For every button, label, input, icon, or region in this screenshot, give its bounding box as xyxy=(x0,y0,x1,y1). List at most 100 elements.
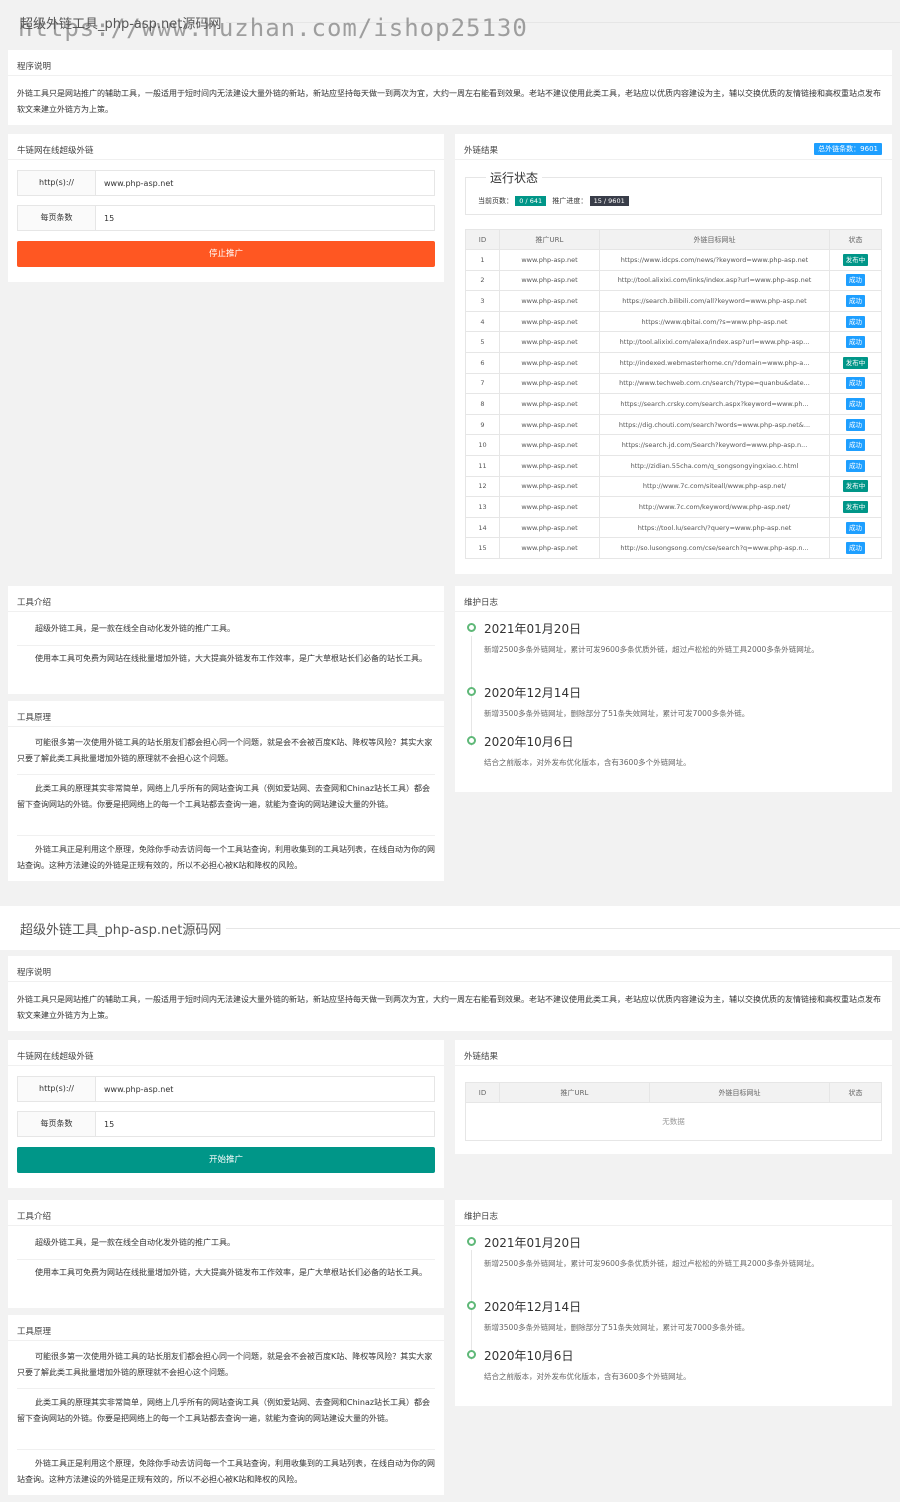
table-row: 10 www.php-asp.net https://search.jd.com/S… xyxy=(465,434,882,456)
per-page-label: 每页条数 xyxy=(18,1112,96,1136)
log-desc: 新增3500多条外链网址，删除部分了51条失效网址，累计可发7000多条外链。 xyxy=(484,709,750,718)
log-title: 维护日志 xyxy=(455,586,892,612)
status-badge: 发布中 xyxy=(842,253,869,266)
cell-url: www.php-asp.net xyxy=(499,372,600,395)
cell-status: 成功 xyxy=(829,413,882,436)
url-input[interactable] xyxy=(98,173,430,193)
cell-id: 7 xyxy=(465,372,500,395)
results-table-body: 1 www.php-asp.net https://www.idcps.com/ne… xyxy=(465,249,882,559)
cell-status: 发布中 xyxy=(829,249,882,271)
log-date: 2020年10月6日 xyxy=(484,735,574,749)
tool-intro-panel: 工具介绍 超级外链工具，是一款在线全自动化发外链的推广工具。 使用本工具可免费为… xyxy=(8,1200,444,1308)
log-desc: 新增2500多条外链网址，累计可发9600多条优质外链，超过卢松松的外链工具20… xyxy=(484,1259,819,1268)
status-line: 当前页数： 0 / 641 推广进度： 15 / 9601 xyxy=(478,196,629,206)
principle-p3: 外链工具正是利用这个原理，免除你手动去访问每一个工具站查询，利用收集到的工具站列… xyxy=(17,1459,435,1484)
intro-text: 外链工具只是网站推广的辅助工具，一般适用于短时间内无法建设大量外链的新站，新站应… xyxy=(17,995,881,1020)
cell-id: 8 xyxy=(465,393,500,415)
tool-intro-panel: 工具介绍 超级外链工具，是一款在线全自动化发外链的推广工具。 使用本工具可免费为… xyxy=(8,586,444,694)
empty-text: 无数据 xyxy=(465,1102,882,1141)
url-input[interactable] xyxy=(98,1079,430,1099)
url-row: http(s):// xyxy=(17,170,435,196)
divider xyxy=(17,774,435,775)
table-row: 13 www.php-asp.net http://www.7c.com/keywo… xyxy=(465,496,882,518)
page-heading: 超级外链工具_php-asp.net源码网 xyxy=(0,906,900,950)
cell-status: 成功 xyxy=(829,310,882,333)
per-page-input[interactable] xyxy=(98,1114,430,1134)
log-date: 2021年01月20日 xyxy=(484,1236,582,1250)
cell-target: https://dig.chouti.com/search?words=www.… xyxy=(599,413,830,436)
url-label: http(s):// xyxy=(18,1077,96,1101)
cell-target: https://tool.lu/search/?query=www.php-as… xyxy=(599,516,830,539)
page-title: 超级外链工具_php-asp.net源码网 xyxy=(20,923,222,938)
log-desc: 结合之前版本，对外发布优化版本，含有3600多个外链网址。 xyxy=(484,758,691,767)
status-badge: 发布中 xyxy=(842,500,869,513)
url-row: http(s):// xyxy=(17,1076,435,1102)
intro-panel: 程序说明 外链工具只是网站推广的辅助工具，一般适用于短时间内无法建设大量外链的新… xyxy=(8,956,892,1031)
cell-status: 成功 xyxy=(829,331,882,353)
status-badge: 成功 xyxy=(846,274,865,287)
principle-title: 工具原理 xyxy=(8,701,444,727)
divider xyxy=(17,1388,435,1389)
divider xyxy=(17,1449,435,1450)
col-url: 推广URL xyxy=(499,229,600,250)
empty-row: 无数据 xyxy=(465,1102,882,1141)
table-row: 15 www.php-asp.net http://so.lusongsong.co… xyxy=(465,537,882,559)
principle-p3: 外链工具正是利用这个原理，免除你手动去访问每一个工具站查询，利用收集到的工具站列… xyxy=(17,845,435,870)
col-status: 状态 xyxy=(829,229,882,250)
timeline-dot-icon xyxy=(467,1237,476,1246)
status-badge: 成功 xyxy=(846,294,865,307)
per-page-input[interactable] xyxy=(98,208,430,228)
col-id: ID xyxy=(465,229,500,250)
results-title: 外链结果 xyxy=(455,1040,892,1066)
cell-id: 10 xyxy=(465,434,500,456)
table-row: 8 www.php-asp.net https://search.crsky.com… xyxy=(465,393,882,415)
cell-url: www.php-asp.net xyxy=(499,475,600,498)
col-url: 推广URL xyxy=(499,1082,650,1103)
results-panel: 外链结果 ID 推广URL 外链目标网址 状态 无数据 xyxy=(455,1040,892,1154)
principle-p1: 可能很多第一次使用外链工具的站长朋友们都会担心同一个问题，就是会不会被百度K站、… xyxy=(17,1352,433,1377)
principle-panel: 工具原理 可能很多第一次使用外链工具的站长朋友们都会担心同一个问题，就是会不会被… xyxy=(8,701,444,881)
cell-target: http://so.lusongsong.com/cse/search?q=ww… xyxy=(599,537,830,559)
total-links-badge: 总外链条数：9601 xyxy=(814,143,882,155)
cell-status: 成功 xyxy=(829,516,882,539)
timeline-dot-icon xyxy=(467,736,476,745)
tool-intro-p2: 使用本工具可免费为网站在线批量增加外链，大大提高外链发布工作效率，是广大草根站长… xyxy=(35,1268,427,1277)
results-table-wrap: ID 推广URL 外链目标网址 状态 无数据 xyxy=(465,1082,882,1141)
tool-intro-p1: 超级外链工具，是一款在线全自动化发外链的推广工具。 xyxy=(35,1238,235,1247)
tool-intro-title: 工具介绍 xyxy=(8,586,444,612)
cell-url: www.php-asp.net xyxy=(499,434,600,456)
table-row: 14 www.php-asp.net https://tool.lu/search/… xyxy=(465,516,882,539)
current-page-value: 0 / 641 xyxy=(515,196,547,206)
log-desc: 新增3500多条外链网址，删除部分了51条失效网址，累计可发7000多条外链。 xyxy=(484,1323,750,1332)
cell-target: https://search.crsky.com/search.aspx?key… xyxy=(599,393,830,415)
timeline-dot-icon xyxy=(467,623,476,632)
status-badge: 成功 xyxy=(846,336,865,349)
cell-status: 成功 xyxy=(829,454,882,477)
cell-url: www.php-asp.net xyxy=(499,454,600,477)
cell-id: 11 xyxy=(465,454,500,477)
status-badge: 成功 xyxy=(846,315,865,328)
start-promotion-button[interactable]: 开始推广 xyxy=(17,1147,435,1173)
cell-status: 成功 xyxy=(829,269,882,292)
cell-id: 14 xyxy=(465,516,500,539)
principle-p1: 可能很多第一次使用外链工具的站长朋友们都会担心同一个问题，就是会不会被百度K站、… xyxy=(17,738,433,763)
cell-target: https://search.bilibili.com/all?keyword=… xyxy=(599,290,830,312)
principle-title: 工具原理 xyxy=(8,1315,444,1341)
col-target: 外链目标网址 xyxy=(649,1082,830,1103)
cell-url: www.php-asp.net xyxy=(499,413,600,436)
results-table-header: ID 推广URL 外链目标网址 状态 xyxy=(465,229,882,250)
table-row: 6 www.php-asp.net http://indexed.webmaster… xyxy=(465,351,882,374)
table-row: 7 www.php-asp.net http://www.techweb.com.c… xyxy=(465,372,882,395)
stop-promotion-button[interactable]: 停止推广 xyxy=(17,241,435,267)
cell-id: 4 xyxy=(465,310,500,333)
cell-url: www.php-asp.net xyxy=(499,249,600,271)
log-panel: 维护日志 2021年01月20日 新增2500多条外链网址，累计可发9600多条… xyxy=(455,1200,892,1406)
form-title: 牛链网在线超级外链 xyxy=(8,134,444,160)
per-page-label: 每页条数 xyxy=(18,206,96,230)
log-desc: 结合之前版本，对外发布优化版本，含有3600多个外链网址。 xyxy=(484,1372,691,1381)
cell-id: 12 xyxy=(465,475,500,498)
cell-status: 成功 xyxy=(829,372,882,395)
cell-status: 成功 xyxy=(829,537,882,559)
table-row: 2 www.php-asp.net http://tool.alixixi.com/… xyxy=(465,269,882,292)
divider xyxy=(17,835,435,836)
